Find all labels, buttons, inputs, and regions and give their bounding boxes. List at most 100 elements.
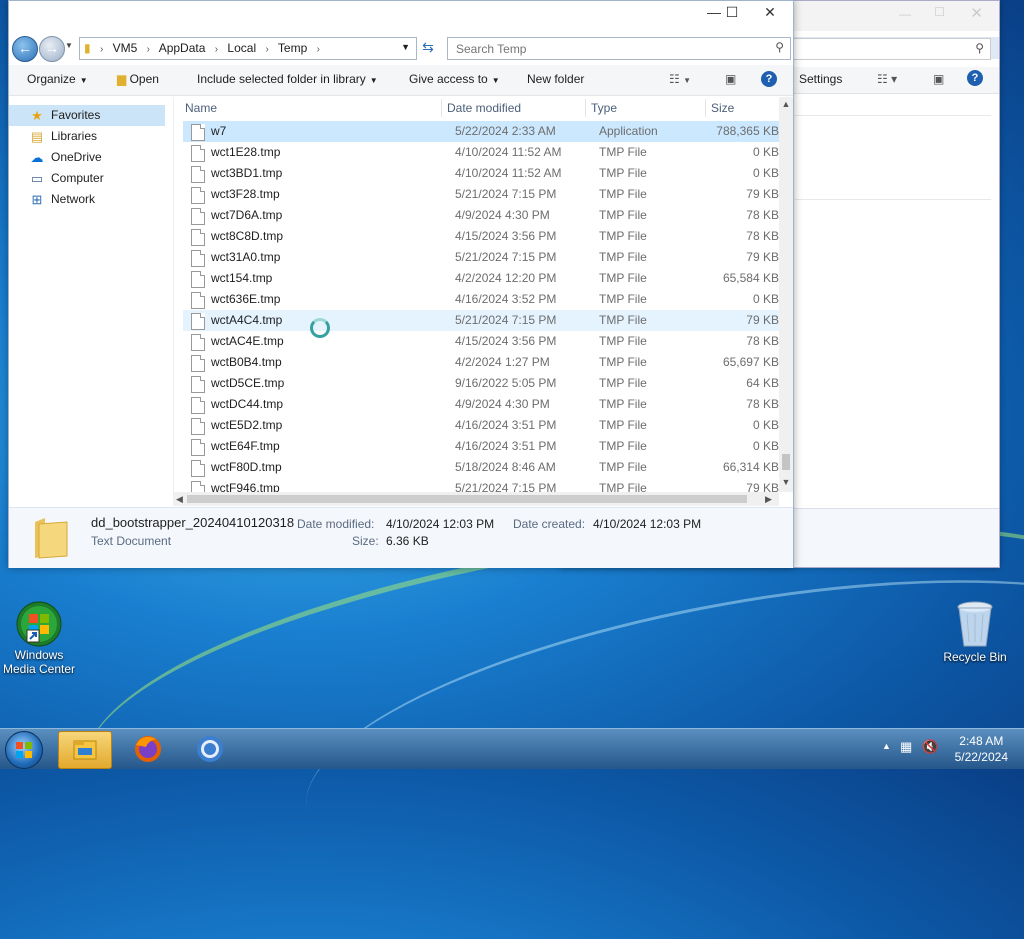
breadcrumb-temp[interactable]: Temp [278, 41, 307, 55]
file-row[interactable]: wctAC4E.tmp 4/15/2024 3:56 PM TMP File 78 K… [183, 331, 779, 352]
show-hidden-icons-icon[interactable]: ▲ [882, 741, 891, 751]
desktop-icon-label: Windows Media Center [2, 648, 76, 676]
chevron-right-icon[interactable]: › [215, 44, 218, 55]
include-in-library-button[interactable]: Include selected folder in library ▼ [197, 72, 378, 86]
file-row[interactable]: wctA4C4.tmp 5/21/2024 7:15 PM TMP File 79 K… [183, 310, 779, 331]
breadcrumb-vm5[interactable]: VM5 [113, 41, 138, 55]
desktop-icon-media-center[interactable]: Windows Media Center [0, 600, 78, 676]
scroll-thumb[interactable] [187, 495, 747, 503]
file-row[interactable]: wctB0B4.tmp 4/2/2024 1:27 PM TMP File 65,69… [183, 352, 779, 373]
taskbar-file-explorer[interactable] [58, 731, 112, 769]
scroll-down-icon[interactable]: ▼ [779, 477, 793, 487]
column-header-type[interactable]: Type [591, 97, 617, 119]
file-row[interactable]: wctE64F.tmp 4/16/2024 3:51 PM TMP File 0 KB [183, 436, 779, 457]
file-row[interactable]: wctF946.tmp 5/21/2024 7:15 PM TMP File 79 K… [183, 478, 779, 492]
nav-item-computer[interactable]: ▭ Computer [9, 168, 165, 189]
file-icon [191, 124, 205, 141]
scroll-left-icon[interactable]: ◀ [176, 492, 183, 506]
forward-button[interactable]: → [39, 36, 65, 62]
file-type: TMP File [599, 439, 647, 453]
file-date-modified: 4/16/2024 3:51 PM [455, 439, 557, 453]
file-icon [191, 229, 205, 246]
file-row[interactable]: w7 5/22/2024 2:33 AM Application 788,365 KB [183, 121, 779, 142]
help-icon[interactable]: ? [967, 70, 983, 86]
give-access-button[interactable]: Give access to ▼ [409, 72, 500, 86]
close-icon[interactable]: ✕ [970, 4, 983, 22]
details-date-modified: 4/10/2024 12:03 PM [386, 517, 495, 531]
nav-item-network[interactable]: ⊞ Network [9, 189, 165, 210]
breadcrumb-appdata[interactable]: AppData [159, 41, 206, 55]
chevron-right-icon[interactable]: › [265, 44, 268, 55]
file-row[interactable]: wctF80D.tmp 5/18/2024 8:46 AM TMP File 66,3… [183, 457, 779, 478]
preview-pane-icon[interactable]: ▣ [933, 72, 944, 86]
file-row[interactable]: wctE5D2.tmp 4/16/2024 3:51 PM TMP File 0 KB [183, 415, 779, 436]
maximize-icon[interactable]: ☐ [934, 5, 945, 19]
recent-pages-dropdown-icon[interactable]: ▼ [65, 41, 73, 50]
start-button[interactable] [5, 731, 43, 769]
breadcrumb-local[interactable]: Local [227, 41, 256, 55]
preview-pane-icon[interactable]: ▣ [725, 72, 736, 86]
address-bar[interactable]: ▮ › VM5 › AppData › Local › Temp › ▼ [79, 37, 417, 60]
file-type: TMP File [599, 145, 647, 159]
clock[interactable]: 2:48 AM 5/22/2024 [955, 733, 1008, 765]
nav-item-libraries[interactable]: ▤ Libraries [9, 126, 165, 147]
help-icon[interactable]: ? [761, 71, 777, 87]
file-row[interactable]: wct8C8D.tmp 4/15/2024 3:56 PM TMP File 78 K… [183, 226, 779, 247]
file-row[interactable]: wct3BD1.tmp 4/10/2024 11:52 AM TMP File 0 K… [183, 163, 779, 184]
file-row[interactable]: wct1E28.tmp 4/10/2024 11:52 AM TMP File 0 K… [183, 142, 779, 163]
give-access-label: Give access to [409, 72, 488, 86]
view-options-icon[interactable]: ☷ ▼ [669, 72, 691, 86]
chevron-right-icon[interactable]: › [317, 44, 320, 55]
nav-item-onedrive[interactable]: ☁ OneDrive [9, 147, 165, 168]
file-row[interactable]: wct3F28.tmp 5/21/2024 7:15 PM TMP File 79 K… [183, 184, 779, 205]
column-header-date-modified[interactable]: Date modified [447, 97, 521, 119]
organize-button[interactable]: Organize ▼ [27, 72, 88, 86]
background-search-input[interactable]: ⚲ [789, 38, 991, 60]
vertical-scrollbar[interactable]: ▲ ▼ [779, 97, 793, 492]
nav-item-favorites[interactable]: ★ Favorites [9, 105, 165, 126]
network-icon[interactable]: ▦ [900, 739, 912, 755]
star-icon: ★ [31, 108, 43, 123]
desktop-icon-label: Recycle Bin [943, 650, 1007, 664]
file-row[interactable]: wctDC44.tmp 4/9/2024 4:30 PM TMP File 78 KB [183, 394, 779, 415]
file-row[interactable]: wct7D6A.tmp 4/9/2024 4:30 PM TMP File 78 KB [183, 205, 779, 226]
chevron-right-icon[interactable]: › [100, 44, 103, 55]
search-input[interactable] [454, 40, 758, 58]
file-row[interactable]: wct636E.tmp 4/16/2024 3:52 PM TMP File 0 KB [183, 289, 779, 310]
file-row[interactable]: wct154.tmp 4/2/2024 12:20 PM TMP File 65,58… [183, 268, 779, 289]
file-row[interactable]: wctD5CE.tmp 9/16/2022 5:05 PM TMP File 64 K… [183, 373, 779, 394]
refresh-icon[interactable]: ⇆ [419, 39, 437, 57]
file-name: wct31A0.tmp [211, 250, 281, 264]
chevron-right-icon[interactable]: › [147, 44, 150, 55]
view-options-icon[interactable]: ☷ ▾ [877, 72, 897, 86]
column-header-name[interactable]: Name [185, 97, 217, 119]
file-size: 0 KB [752, 145, 779, 159]
close-icon[interactable]: ✕ [757, 4, 783, 24]
scroll-up-icon[interactable]: ▲ [779, 99, 793, 109]
desktop-icon-recycle-bin[interactable]: Recycle Bin [940, 600, 1010, 664]
minimize-icon[interactable]: — [899, 7, 911, 21]
chevron-down-icon: ▼ [491, 76, 500, 85]
file-type: TMP File [599, 313, 647, 327]
search-icon: ⚲ [775, 40, 784, 54]
folder-icon [35, 518, 68, 559]
file-name: wctE64F.tmp [211, 439, 280, 453]
scroll-right-icon[interactable]: ▶ [765, 492, 772, 506]
file-icon [191, 418, 205, 435]
taskbar-firefox[interactable] [122, 731, 174, 767]
file-icon [191, 481, 205, 492]
open-button[interactable]: ▆ Open [117, 72, 159, 86]
file-row[interactable]: wct31A0.tmp 5/21/2024 7:15 PM TMP File 79 K… [183, 247, 779, 268]
search-box[interactable]: ⚲ [447, 37, 791, 60]
volume-muted-icon[interactable]: 🔇 [922, 739, 938, 755]
back-button[interactable]: ← [12, 36, 38, 62]
maximize-icon[interactable]: ☐ [719, 4, 745, 24]
scroll-thumb[interactable] [782, 454, 790, 470]
settings-button[interactable]: Settings [799, 72, 842, 86]
file-size: 79 KB [746, 481, 779, 492]
taskbar-chrome[interactable] [184, 731, 236, 767]
horizontal-scrollbar[interactable]: ◀ ▶ [173, 492, 779, 506]
new-folder-button[interactable]: New folder [527, 72, 584, 86]
column-header-size[interactable]: Size [711, 97, 734, 119]
chevron-down-icon[interactable]: ▼ [401, 42, 410, 52]
